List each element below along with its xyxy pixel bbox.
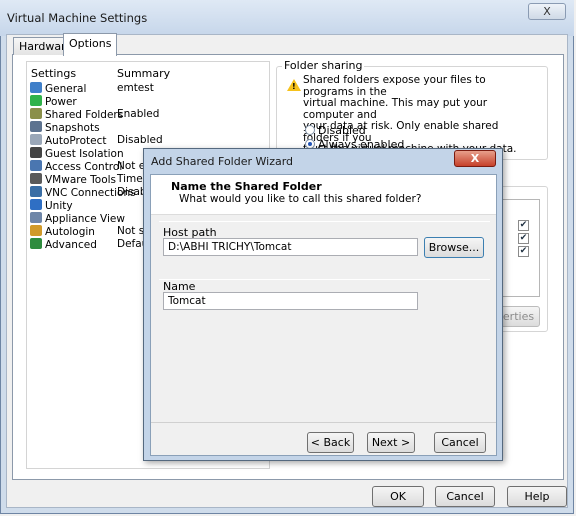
dialog-subheading: What would you like to call this shared … — [179, 193, 422, 205]
next-button[interactable]: Next > — [367, 432, 415, 453]
help-button[interactable]: Help — [507, 486, 567, 507]
ok-button[interactable]: OK — [372, 486, 424, 507]
settings-row-advanced[interactable]: Advanced — [30, 238, 97, 251]
tab-options[interactable]: Options — [63, 33, 118, 56]
dialog-separator — [151, 422, 496, 423]
settings-row-access-control[interactable]: Access Control — [30, 160, 122, 173]
shared-folders-icon — [30, 108, 42, 119]
dialog-close-button[interactable]: X — [454, 150, 496, 167]
vnc-connections-icon — [30, 186, 42, 197]
settings-row-snapshots[interactable]: Snapshots — [30, 121, 100, 134]
close-button[interactable]: X — [528, 3, 566, 20]
settings-row-label: Shared Folders — [45, 109, 124, 121]
folder-enabled-checkbox[interactable]: ✔ — [518, 246, 529, 257]
settings-row-label: Advanced — [45, 239, 97, 251]
dialog-title: Add Shared Folder Wizard — [151, 155, 294, 168]
folder-sharing-line: virtual machine. This may put your compu… — [303, 97, 488, 121]
settings-row-label: General — [45, 83, 87, 95]
browse-button[interactable]: Browse... — [424, 237, 484, 258]
vmware-tools-icon — [30, 173, 42, 184]
settings-row-general[interactable]: General — [30, 82, 86, 95]
settings-row-label: Guest Isolation — [45, 148, 124, 160]
radio-disabled[interactable] — [305, 125, 315, 135]
summary-column-header[interactable]: Summary — [117, 67, 170, 80]
settings-row-label: Autologin — [45, 226, 95, 238]
settings-row-label: Appliance View — [45, 213, 125, 225]
settings-row-unity[interactable]: Unity — [30, 199, 73, 212]
window-title: Virtual Machine Settings — [7, 11, 148, 25]
settings-row-appliance-view[interactable]: Appliance View — [30, 212, 125, 225]
settings-row-label: Unity — [45, 200, 73, 212]
dialog-heading: Name the Shared Folder — [171, 180, 322, 193]
settings-row-autoprotect[interactable]: AutoProtect — [30, 134, 107, 147]
warning-icon-mark: ! — [292, 82, 296, 91]
dialog-cancel-button[interactable]: Cancel — [434, 432, 486, 453]
autoprotect-icon — [30, 134, 42, 145]
settings-row-label: AutoProtect — [45, 135, 107, 147]
settings-row-summary: emtest — [117, 82, 154, 94]
back-button[interactable]: < Back — [307, 432, 354, 453]
settings-row-label: VMware Tools — [45, 174, 117, 186]
radio-disabled-label[interactable]: Disabled — [318, 124, 366, 137]
cancel-button[interactable]: Cancel — [435, 486, 495, 507]
folder-sharing-line: Shared folders expose your files to prog… — [303, 74, 486, 98]
advanced-icon — [30, 238, 42, 249]
host-path-input[interactable]: D:\ABHI TRICHY\Tomcat — [163, 238, 418, 256]
general-icon — [30, 82, 42, 93]
settings-row-label: Snapshots — [45, 122, 100, 134]
guest-isolation-icon — [30, 147, 42, 158]
access-control-icon — [30, 160, 42, 171]
settings-row-shared-folders[interactable]: Shared Folders — [30, 108, 123, 121]
settings-row-summary: Enabled — [117, 108, 160, 120]
appliance-view-icon — [30, 212, 42, 223]
settings-row-power[interactable]: Power — [30, 95, 77, 108]
autologin-icon — [30, 225, 42, 236]
settings-row-vmware-tools[interactable]: VMware Tools — [30, 173, 116, 186]
settings-row-summary: Disabled — [117, 134, 163, 146]
name-input[interactable]: Tomcat — [163, 292, 418, 310]
settings-row-autologin[interactable]: Autologin — [30, 225, 95, 238]
power-play-icon — [30, 95, 42, 106]
folder-enabled-checkbox[interactable]: ✔ — [518, 233, 529, 244]
unity-icon — [30, 199, 42, 210]
settings-row-label: Power — [45, 96, 77, 108]
folder-enabled-checkbox[interactable]: ✔ — [518, 220, 529, 231]
settings-row-label: Access Control — [45, 161, 123, 173]
settings-column-header[interactable]: Settings — [31, 67, 76, 80]
folder-sharing-legend: Folder sharing — [282, 59, 365, 72]
settings-row-guest-isolation[interactable]: Guest Isolation — [30, 147, 124, 160]
snapshots-icon — [30, 121, 42, 132]
